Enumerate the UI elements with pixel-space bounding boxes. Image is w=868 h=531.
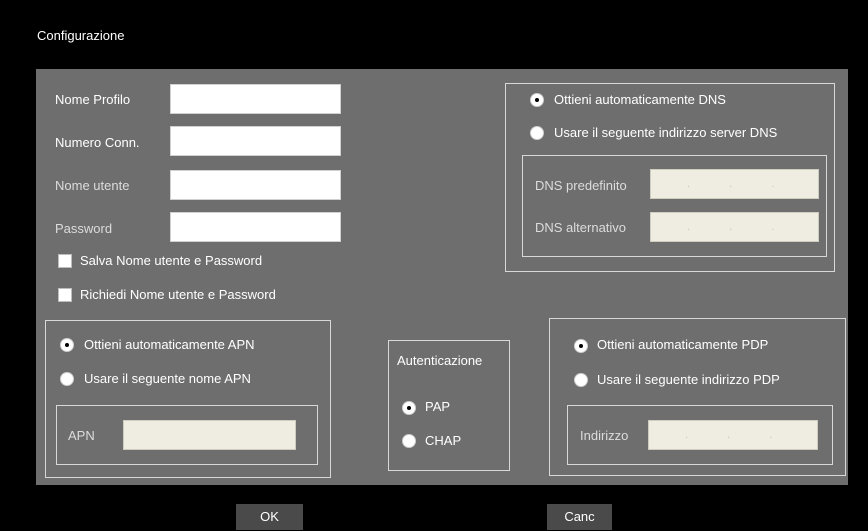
dns-auto-radio[interactable] [530, 93, 544, 107]
pdp-address-label: Indirizzo [580, 428, 629, 443]
apn-field[interactable] [123, 420, 296, 450]
auth-pap-radio[interactable] [402, 401, 416, 415]
username-field[interactable] [170, 170, 341, 200]
cancel-button[interactable]: Canc [547, 504, 612, 530]
pdp-manual-radio[interactable] [574, 373, 588, 387]
username-label: Nome utente [55, 178, 130, 193]
pdp-address-field[interactable]: . . . [648, 420, 818, 450]
ask-credentials-checkbox[interactable] [58, 288, 72, 302]
auth-chap-radio[interactable] [402, 434, 416, 448]
pdp-auto-radio[interactable] [574, 339, 588, 353]
auth-chap-label: CHAP [425, 433, 462, 448]
save-credentials-label: Salva Nome utente e Password [80, 253, 263, 268]
dns-primary-label: DNS predefinito [535, 178, 627, 193]
pdp-manual-label: Usare il seguente indirizzo PDP [597, 372, 780, 387]
auth-title: Autenticazione [397, 353, 483, 368]
apn-manual-label: Usare il seguente nome APN [84, 371, 251, 386]
dns-secondary-label: DNS alternativo [535, 220, 627, 235]
dns-manual-label: Usare il seguente indirizzo server DNS [554, 125, 778, 140]
save-credentials-checkbox[interactable] [58, 254, 72, 268]
dialog-title: Configurazione [37, 28, 125, 43]
apn-manual-radio[interactable] [60, 372, 74, 386]
pdp-auto-label: Ottieni automaticamente PDP [597, 337, 769, 352]
password-field[interactable] [170, 212, 341, 242]
connection-number-label: Numero Conn. [55, 135, 140, 150]
password-label: Password [55, 221, 113, 236]
profile-name-label: Nome Profilo [55, 92, 131, 107]
auth-pap-label: PAP [425, 399, 451, 414]
apn-auto-label: Ottieni automaticamente APN [84, 337, 255, 352]
dns-manual-radio[interactable] [530, 126, 544, 140]
dns-primary-field[interactable]: . . . [650, 169, 819, 199]
profile-name-field[interactable] [170, 84, 341, 114]
ok-button[interactable]: OK [236, 504, 303, 530]
connection-number-field[interactable] [170, 126, 341, 156]
apn-auto-radio[interactable] [60, 338, 74, 352]
dns-auto-label: Ottieni automaticamente DNS [554, 92, 726, 107]
ask-credentials-label: Richiedi Nome utente e Password [80, 287, 276, 302]
apn-label: APN [68, 428, 95, 443]
dns-secondary-field[interactable]: . . . [650, 212, 819, 242]
